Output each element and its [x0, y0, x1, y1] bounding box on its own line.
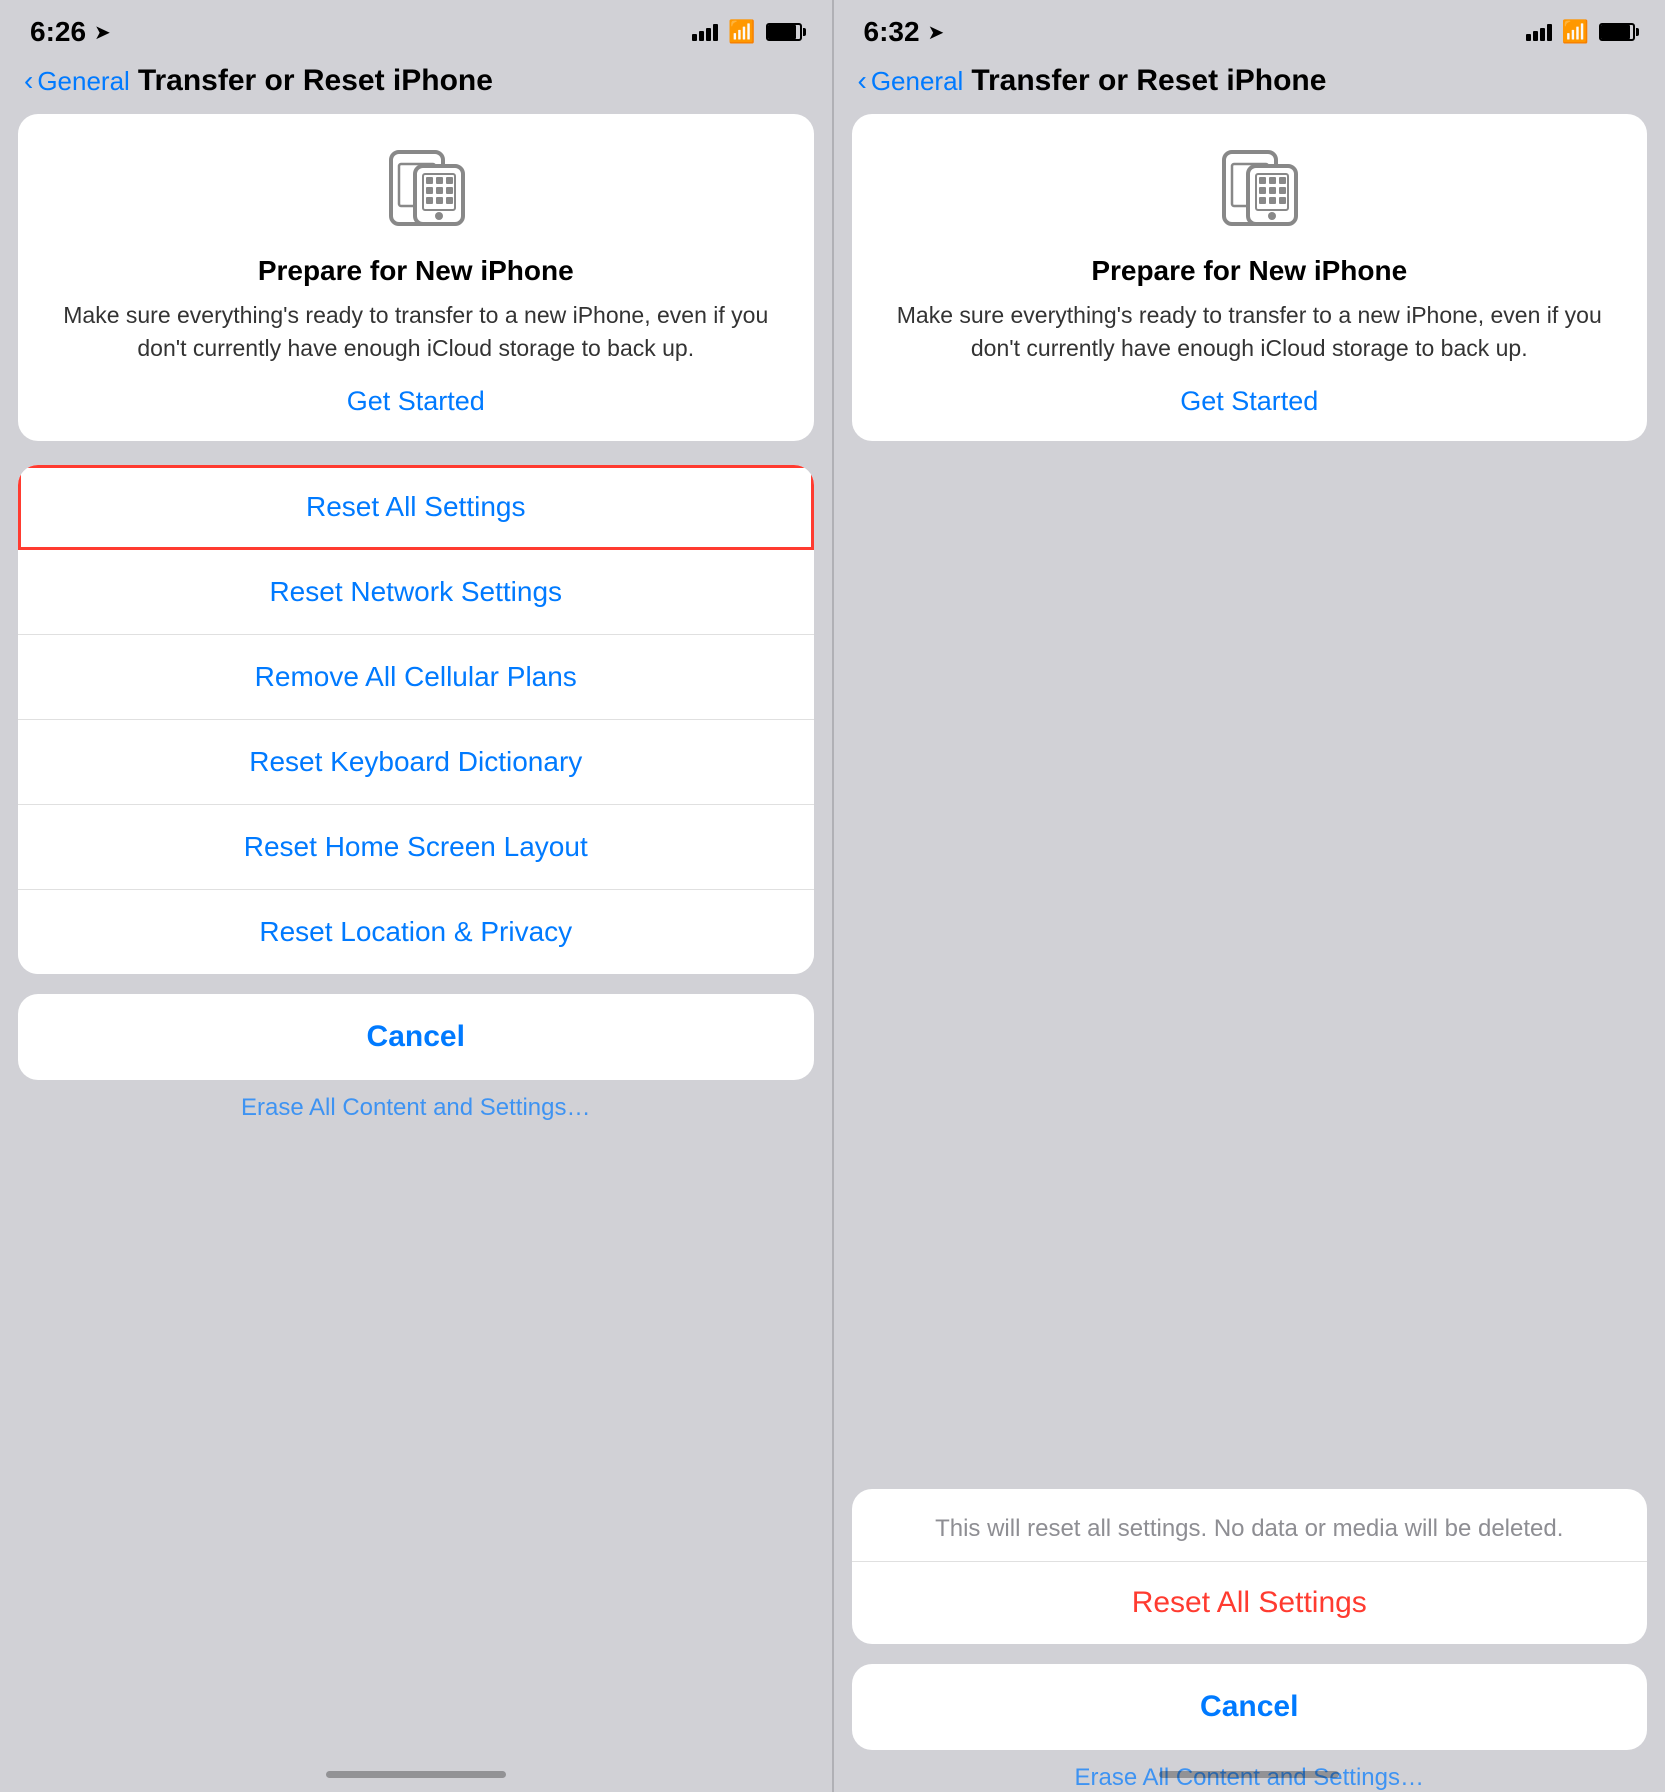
left-battery-icon [766, 23, 802, 41]
left-reset-list: Reset All Settings Reset Network Setting… [18, 465, 814, 974]
left-back-label: General [37, 66, 130, 97]
right-bottom-hint: Erase All Content and Settings… [852, 1764, 1648, 1792]
right-home-indicator [1159, 1771, 1339, 1778]
left-wifi-icon: 📶 [728, 19, 755, 45]
right-cancel-button[interactable]: Cancel [852, 1664, 1648, 1750]
right-nav-bar: ‹ General Transfer or Reset iPhone [834, 56, 1665, 114]
right-prepare-icon [1194, 144, 1304, 239]
right-chevron-icon: ‹ [858, 65, 867, 97]
left-time: 6:26 [30, 16, 86, 48]
left-prepare-icon [361, 144, 471, 239]
right-prepare-card: Prepare for New iPhone Make sure everyth… [852, 114, 1648, 441]
left-nav-bar: ‹ General Transfer or Reset iPhone [0, 56, 832, 114]
right-get-started-button[interactable]: Get Started [1180, 386, 1318, 417]
left-phone-transfer-icon [361, 144, 471, 234]
left-prepare-title: Prepare for New iPhone [258, 255, 574, 287]
left-reset-location-privacy[interactable]: Reset Location & Privacy [18, 890, 814, 974]
right-confirm-card: This will reset all settings. No data or… [852, 1489, 1648, 1644]
left-status-bar: 6:26 ➤ 📶 [0, 0, 832, 56]
left-prepare-desc: Make sure everything's ready to transfer… [48, 299, 784, 366]
left-cancel-wrap: Cancel [18, 994, 814, 1080]
right-time: 6:32 [864, 16, 920, 48]
left-signal-icon [692, 24, 718, 41]
left-reset-network-settings[interactable]: Reset Network Settings [18, 550, 814, 635]
left-nav-title: Transfer or Reset iPhone [138, 64, 493, 98]
left-get-started-button[interactable]: Get Started [347, 386, 485, 417]
left-status-icons: 📶 [692, 19, 801, 45]
right-wifi-icon: 📶 [1562, 19, 1589, 45]
left-reset-home-screen-layout[interactable]: Reset Home Screen Layout [18, 805, 814, 890]
right-phone-panel: 6:32 ➤ 📶 ‹ General Transfer or Reset iPh… [834, 0, 1665, 1792]
left-phone-panel: 6:26 ➤ 📶 ‹ General Transfer or Reset iPh… [0, 0, 832, 1792]
right-cancel-wrap: Cancel [852, 1664, 1648, 1750]
left-back-button[interactable]: ‹ General [24, 65, 130, 97]
right-phone-transfer-icon [1194, 144, 1304, 234]
right-signal-icon [1526, 24, 1552, 41]
right-status-icons: 📶 [1526, 19, 1635, 45]
right-location-icon: ➤ [928, 20, 945, 45]
right-prepare-desc: Make sure everything's ready to transfer… [882, 299, 1618, 366]
left-prepare-card: Prepare for New iPhone Make sure everyth… [18, 114, 814, 441]
right-confirm-description: This will reset all settings. No data or… [852, 1489, 1648, 1562]
left-home-indicator [326, 1771, 506, 1778]
left-chevron-icon: ‹ [24, 65, 33, 97]
right-status-bar: 6:32 ➤ 📶 [834, 0, 1665, 56]
right-battery-icon [1599, 23, 1635, 41]
left-bottom-hint: Erase All Content and Settings… [18, 1094, 814, 1122]
right-reset-all-settings-confirm[interactable]: Reset All Settings [852, 1562, 1648, 1644]
left-reset-all-settings[interactable]: Reset All Settings [18, 465, 814, 550]
left-cancel-button[interactable]: Cancel [18, 994, 814, 1080]
left-reset-keyboard-dictionary[interactable]: Reset Keyboard Dictionary [18, 720, 814, 805]
right-back-button[interactable]: ‹ General [858, 65, 964, 97]
right-prepare-title: Prepare for New iPhone [1091, 255, 1407, 287]
right-back-label: General [871, 66, 964, 97]
right-nav-title: Transfer or Reset iPhone [971, 64, 1326, 98]
left-location-icon: ➤ [94, 20, 111, 45]
left-remove-cellular-plans[interactable]: Remove All Cellular Plans [18, 635, 814, 720]
